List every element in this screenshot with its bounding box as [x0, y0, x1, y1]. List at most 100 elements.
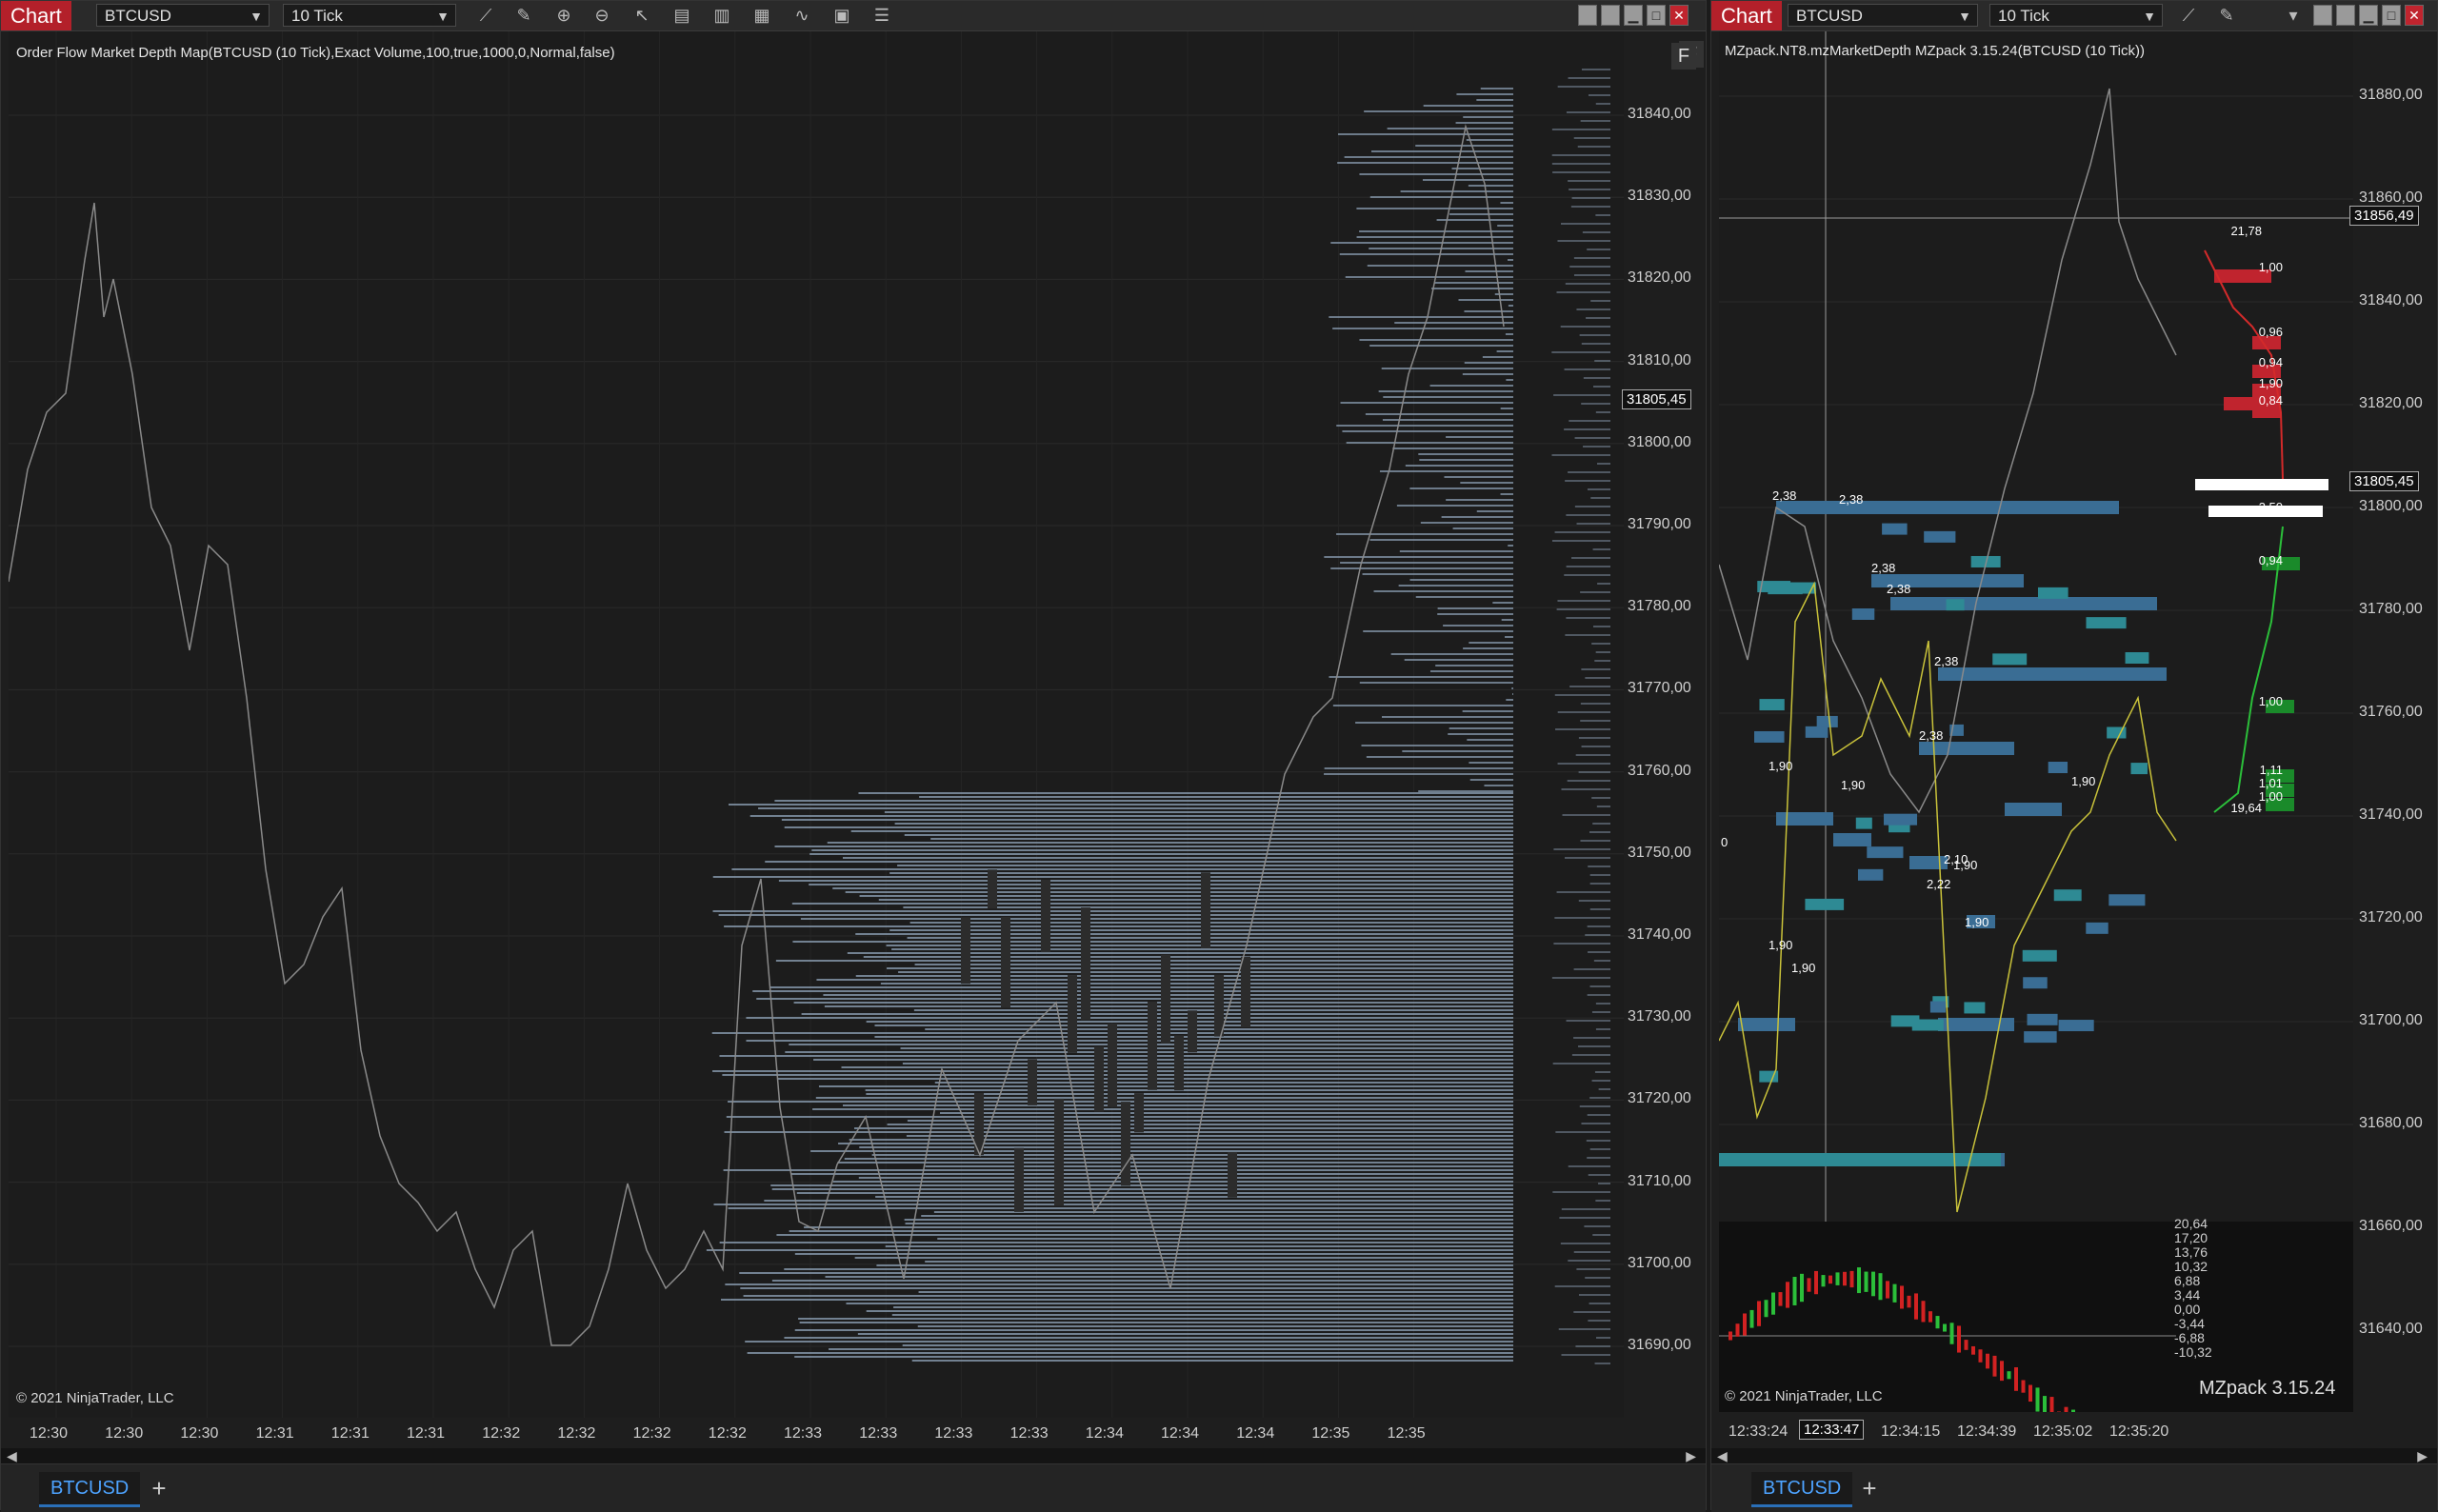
close-icon[interactable]: ✕: [1669, 5, 1689, 26]
heat-block: [1852, 608, 1874, 620]
minimize-icon[interactable]: ▁: [2359, 5, 2378, 26]
scroll-left-icon[interactable]: ◀: [1717, 1448, 1728, 1464]
candle-body: [1148, 1002, 1157, 1090]
price-tick-label: 31840,00: [2359, 292, 2423, 309]
price-tick-label: 31740,00: [1628, 926, 1691, 944]
tab-btcusd[interactable]: BTCUSD: [39, 1472, 140, 1507]
add-tab-button[interactable]: +: [1856, 1474, 1883, 1502]
depth-map-canvas: [9, 31, 1624, 1418]
data-box-icon[interactable]: ▤: [669, 4, 694, 27]
interval-value: 10 Tick: [1998, 7, 2049, 25]
oscillator-bar: [2043, 1396, 2047, 1412]
time-tick-label: 12:32: [709, 1425, 747, 1442]
indicators-icon[interactable]: ▦: [749, 4, 774, 27]
oscillator-bar: [1771, 1293, 1775, 1315]
heat-block: [2038, 587, 2068, 599]
dom-value-label: 0,96: [2259, 325, 2283, 339]
price-tick-label: 31690,00: [1628, 1337, 1691, 1354]
candle-body: [988, 869, 997, 908]
chart-tab-label[interactable]: Chart: [1711, 1, 1782, 30]
tile-2-icon[interactable]: [2336, 5, 2355, 26]
properties-icon[interactable]: ▥: [709, 4, 734, 27]
price-tick-label: 31760,00: [2359, 704, 2423, 721]
oscillator-bar: [1893, 1284, 1897, 1303]
scroll-left-icon[interactable]: ◀: [7, 1448, 17, 1464]
strategies-icon[interactable]: ∿: [789, 4, 814, 27]
instrument-selector[interactable]: BTCUSD ▼: [96, 4, 270, 27]
time-tick-label: 12:30: [180, 1425, 218, 1442]
tab-btcusd[interactable]: BTCUSD: [1751, 1472, 1852, 1507]
dom-value-label: 1,11: [2260, 763, 2283, 777]
scroll-right-icon[interactable]: ▶: [1686, 1448, 1696, 1464]
oscillator-bar: [2050, 1397, 2054, 1412]
market-depth-plot[interactable]: 21,781,000,960,941,900,843,500,941,001,1…: [1719, 31, 2353, 1412]
last-price-badge: 31805,45: [1622, 389, 1691, 409]
scroll-right-icon[interactable]: ▶: [2417, 1448, 2428, 1464]
candle-body: [1121, 1102, 1130, 1185]
price-line: [1719, 89, 2176, 812]
close-icon[interactable]: ✕: [2405, 5, 2424, 26]
depth-map-plot[interactable]: Order Flow Market Depth Map(BTCUSD (10 T…: [9, 31, 1624, 1418]
add-tab-button[interactable]: +: [146, 1474, 172, 1502]
chevron-down-icon: ▼: [1958, 5, 1971, 28]
dom-value-label: 0,94: [2259, 355, 2283, 369]
price-tick-label: 31840,00: [1628, 106, 1691, 123]
last-price-badge: 31805,45: [2349, 471, 2419, 491]
zoom-in-icon[interactable]: ⊕: [551, 4, 576, 27]
line-tool-icon[interactable]: ⟋: [2176, 4, 2201, 27]
oscillator-bar: [1879, 1273, 1883, 1300]
heat-block: [1867, 846, 1903, 858]
tile-2-icon[interactable]: [1601, 5, 1620, 26]
chevron-down-icon: ▼: [436, 5, 450, 28]
pencil-icon[interactable]: ✎: [511, 4, 536, 27]
oscillator-tick-label: 17,20: [2174, 1230, 2208, 1245]
minimize-icon[interactable]: ▁: [1624, 5, 1643, 26]
oscillator-tick-label: 3,44: [2174, 1287, 2200, 1303]
pointer-icon[interactable]: ↖: [629, 4, 654, 27]
dom-value-label: 1,00: [2259, 694, 2283, 708]
oscillator-bar: [1828, 1276, 1832, 1284]
interval-selector[interactable]: 10 Tick ▼: [283, 4, 456, 27]
snapshot-icon[interactable]: ▣: [829, 4, 854, 27]
chevron-down-icon[interactable]: ▾: [2281, 4, 2306, 27]
oscillator-bar: [2028, 1385, 2032, 1403]
oscillator-bar: [1900, 1285, 1904, 1308]
oscillator-tick-label: 20,64: [2174, 1216, 2208, 1231]
heat-block: [2108, 894, 2145, 905]
heat-block: [1805, 899, 1844, 910]
price-tick-label: 31800,00: [1628, 434, 1691, 451]
interval-selector[interactable]: 10 Tick ▼: [1989, 4, 2163, 27]
menu-icon[interactable]: ☰: [869, 4, 894, 27]
chart-tab-label[interactable]: Chart: [1, 1, 71, 30]
oscillator-bar: [1971, 1346, 1975, 1355]
zoom-out-icon[interactable]: ⊖: [590, 4, 614, 27]
maximize-icon[interactable]: □: [2382, 5, 2401, 26]
left-chart-window: Chart BTCUSD ▼ 10 Tick ▼ ⟋ ✎ ⊕ ⊖ ↖ ▤ ▥ ▦…: [0, 0, 1707, 1510]
oscillator-bar: [1979, 1349, 1983, 1363]
dom-value-label: 3,50: [2259, 500, 2283, 514]
oscillator-bar: [1922, 1301, 1926, 1322]
f-button[interactable]: F: [1671, 43, 1696, 70]
heat-block: [1992, 653, 2027, 665]
dom-value-label: 19,64: [2230, 801, 2262, 815]
maximize-icon[interactable]: □: [1647, 5, 1666, 26]
oscillator-bar: [1857, 1267, 1861, 1293]
oscillator-bar: [1800, 1274, 1804, 1302]
instrument-selector[interactable]: BTCUSD ▼: [1788, 4, 1978, 27]
pencil-icon[interactable]: ✎: [2214, 4, 2239, 27]
oscillator-bar: [1957, 1325, 1961, 1352]
time-tick-label: 12:31: [331, 1425, 370, 1442]
chevron-down-icon: ▼: [2143, 5, 2156, 28]
line-tool-icon[interactable]: ⟋: [473, 4, 498, 27]
tile-icon[interactable]: [1578, 5, 1597, 26]
oscillator-bar: [2000, 1361, 2004, 1381]
crosshair-price-badge: 31856,49: [2349, 206, 2419, 226]
price-tick-label: 31830,00: [1628, 188, 1691, 205]
tile-icon[interactable]: [2313, 5, 2332, 26]
candle-body: [1134, 1093, 1144, 1132]
dom-value-label: 1,01: [2259, 776, 2283, 790]
heat-value-label: 1,90: [1769, 938, 1792, 952]
oscillator-bar: [1914, 1293, 1918, 1319]
heat-block: [1856, 818, 1872, 829]
heat-block: [1806, 726, 1828, 738]
